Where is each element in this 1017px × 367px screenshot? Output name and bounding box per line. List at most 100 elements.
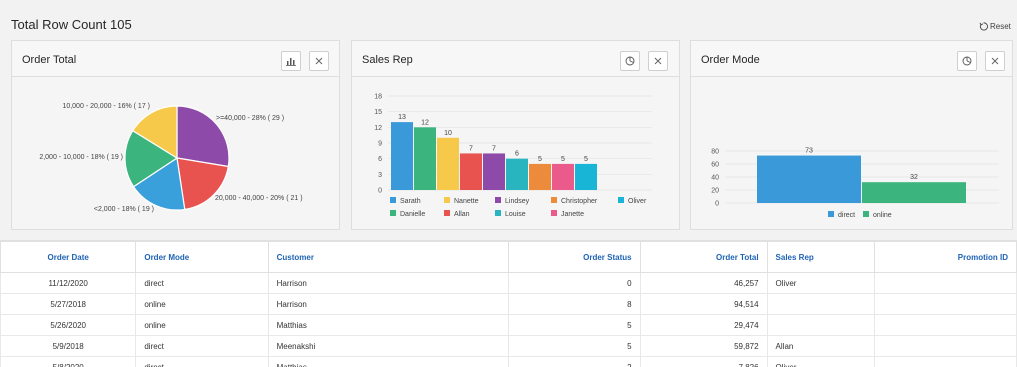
bar-lindsey (483, 153, 505, 190)
order-total-cell: 94,514 (639, 293, 768, 315)
y-tick-label: 40 (711, 175, 719, 182)
page-title: Total Row Count 105 (11, 17, 132, 32)
bar-value-label: 10 (444, 130, 452, 137)
order-mode-cell: direct (135, 356, 269, 367)
bar-danielle (414, 127, 436, 190)
close-icon (315, 57, 323, 65)
close-button[interactable] (648, 51, 668, 71)
promotion-id-cell (873, 356, 1017, 367)
bar-value-label: 32 (910, 174, 918, 181)
bar-oliver (575, 163, 597, 190)
legend-swatch (495, 210, 501, 216)
order-status-cell: 5 (507, 335, 641, 357)
close-icon (654, 57, 662, 65)
sales-rep-cell (766, 293, 875, 315)
column-header-order-status[interactable]: Order Status (507, 241, 641, 273)
sales-rep-cell (766, 314, 875, 336)
order-total-cell: 46,257 (639, 272, 768, 294)
bar-value-label: 5 (584, 156, 588, 163)
promotion-id-cell (873, 335, 1017, 357)
legend-swatch (828, 211, 834, 217)
order-mode-cell: online (135, 314, 269, 336)
customer-cell: Harrison (267, 272, 509, 294)
table-row[interactable]: 5/27/2018 online Harrison 8 94,514 (0, 293, 1017, 315)
column-header-promotion-id[interactable]: Promotion ID (873, 241, 1017, 273)
order-total-cell: 29,474 (639, 314, 768, 336)
legend-swatch (618, 197, 624, 203)
legend-label-allan: Allan (454, 211, 470, 218)
sales-rep-cell: Oliver (766, 356, 875, 367)
table-row[interactable]: 11/12/2020 direct Harrison 0 46,257 Oliv… (0, 272, 1017, 294)
order-status-cell: 0 (507, 272, 641, 294)
order-date-cell: 5/8/2020 (0, 356, 137, 367)
legend-label-louise: Louise (505, 211, 526, 218)
order-total-pie-chart: >=40,000 - 28% ( 29 ) 20,000 - 40,000 - 2… (39, 103, 302, 213)
table-row[interactable]: 5/26/2020 online Matthias 5 29,474 (0, 314, 1017, 336)
order-total-cell: 59,872 (639, 335, 768, 357)
sales-rep-bar-chart: 0 3 6 9 12 15 18 13 12 10 7 7 6 5 5 5 Sarath Danielle Nane… (374, 94, 652, 218)
order-total-header: Order Total (12, 41, 339, 77)
reset-icon (979, 22, 988, 31)
chart-type-button[interactable] (620, 51, 640, 71)
table-row[interactable]: 5/9/2018 direct Meenakshi 5 59,872 Allan (0, 335, 1017, 357)
chart-type-button[interactable] (957, 51, 977, 71)
y-tick-label: 0 (378, 188, 382, 195)
pie-slice-label: <2,000 - 18% ( 19 ) (94, 206, 154, 213)
order-mode-header: Order Mode (691, 41, 1012, 77)
column-header-order-date[interactable]: Order Date (0, 241, 137, 273)
pie-slice-label: >=40,000 - 28% ( 29 ) (216, 115, 284, 122)
sales-rep-title: Sales Rep (362, 54, 413, 66)
pie-chart-icon (625, 56, 635, 66)
legend-label-direct: direct (838, 212, 855, 219)
customer-cell: Meenakshi (267, 335, 509, 357)
legend-label-christopher: Christopher (561, 198, 598, 205)
order-status-cell: 2 (507, 356, 641, 367)
order-mode-cell: direct (135, 272, 269, 294)
y-tick-label: 20 (711, 188, 719, 195)
legend-label-oliver: Oliver (628, 198, 647, 205)
chart-type-button[interactable] (281, 51, 301, 71)
table-header-row: Order Date Order Mode Customer Order Sta… (0, 241, 1017, 273)
promotion-id-cell (873, 293, 1017, 315)
promotion-id-cell (873, 314, 1017, 336)
y-tick-label: 3 (378, 172, 382, 179)
promotion-id-cell (873, 272, 1017, 294)
sales-rep-panel: Sales Rep 0 3 6 9 12 15 18 13 12 10 7 7 6 5 5 5 Sarath Da… (351, 40, 680, 230)
legend-swatch (390, 197, 396, 203)
legend-swatch (444, 210, 450, 216)
pie-slice-label: 2,000 - 10,000 - 18% ( 19 ) (39, 154, 123, 161)
order-status-cell: 5 (507, 314, 641, 336)
y-tick-label: 80 (711, 149, 719, 156)
column-header-sales-rep[interactable]: Sales Rep (766, 241, 875, 273)
bar-value-label: 7 (469, 145, 473, 152)
bar-value-label: 5 (538, 156, 542, 163)
order-date-cell: 5/27/2018 (0, 293, 137, 315)
close-button[interactable] (985, 51, 1005, 71)
bar-direct (757, 155, 861, 203)
bar-value-label: 73 (805, 148, 813, 155)
y-tick-label: 12 (374, 125, 382, 132)
order-date-cell: 11/12/2020 (0, 272, 137, 294)
order-total-title: Order Total (22, 54, 77, 66)
legend-swatch (444, 197, 450, 203)
y-tick-label: 6 (378, 156, 382, 163)
bar-value-label: 13 (398, 114, 406, 121)
sales-rep-cell: Allan (766, 335, 875, 357)
bar-christopher (529, 163, 551, 190)
table-row[interactable]: 5/8/2020 direct Matthias 2 7,826 Oliver (0, 356, 1017, 367)
bar-janette (552, 163, 574, 190)
close-button[interactable] (309, 51, 329, 71)
orders-table-container: Order Date Order Mode Customer Order Sta… (0, 240, 1017, 367)
column-header-customer[interactable]: Customer (267, 241, 509, 273)
bar-value-label: 6 (515, 151, 519, 158)
legend-swatch (551, 197, 557, 203)
customer-cell: Matthias (267, 356, 509, 367)
bar-louise (506, 158, 528, 190)
legend-label-sarath: Sarath (400, 198, 421, 205)
reset-button[interactable]: Reset (979, 22, 1011, 31)
column-header-order-total[interactable]: Order Total (639, 241, 768, 273)
legend-swatch (551, 210, 557, 216)
bar-chart-icon (286, 58, 296, 66)
legend-label-online: online (873, 212, 892, 219)
column-header-order-mode[interactable]: Order Mode (135, 241, 269, 273)
